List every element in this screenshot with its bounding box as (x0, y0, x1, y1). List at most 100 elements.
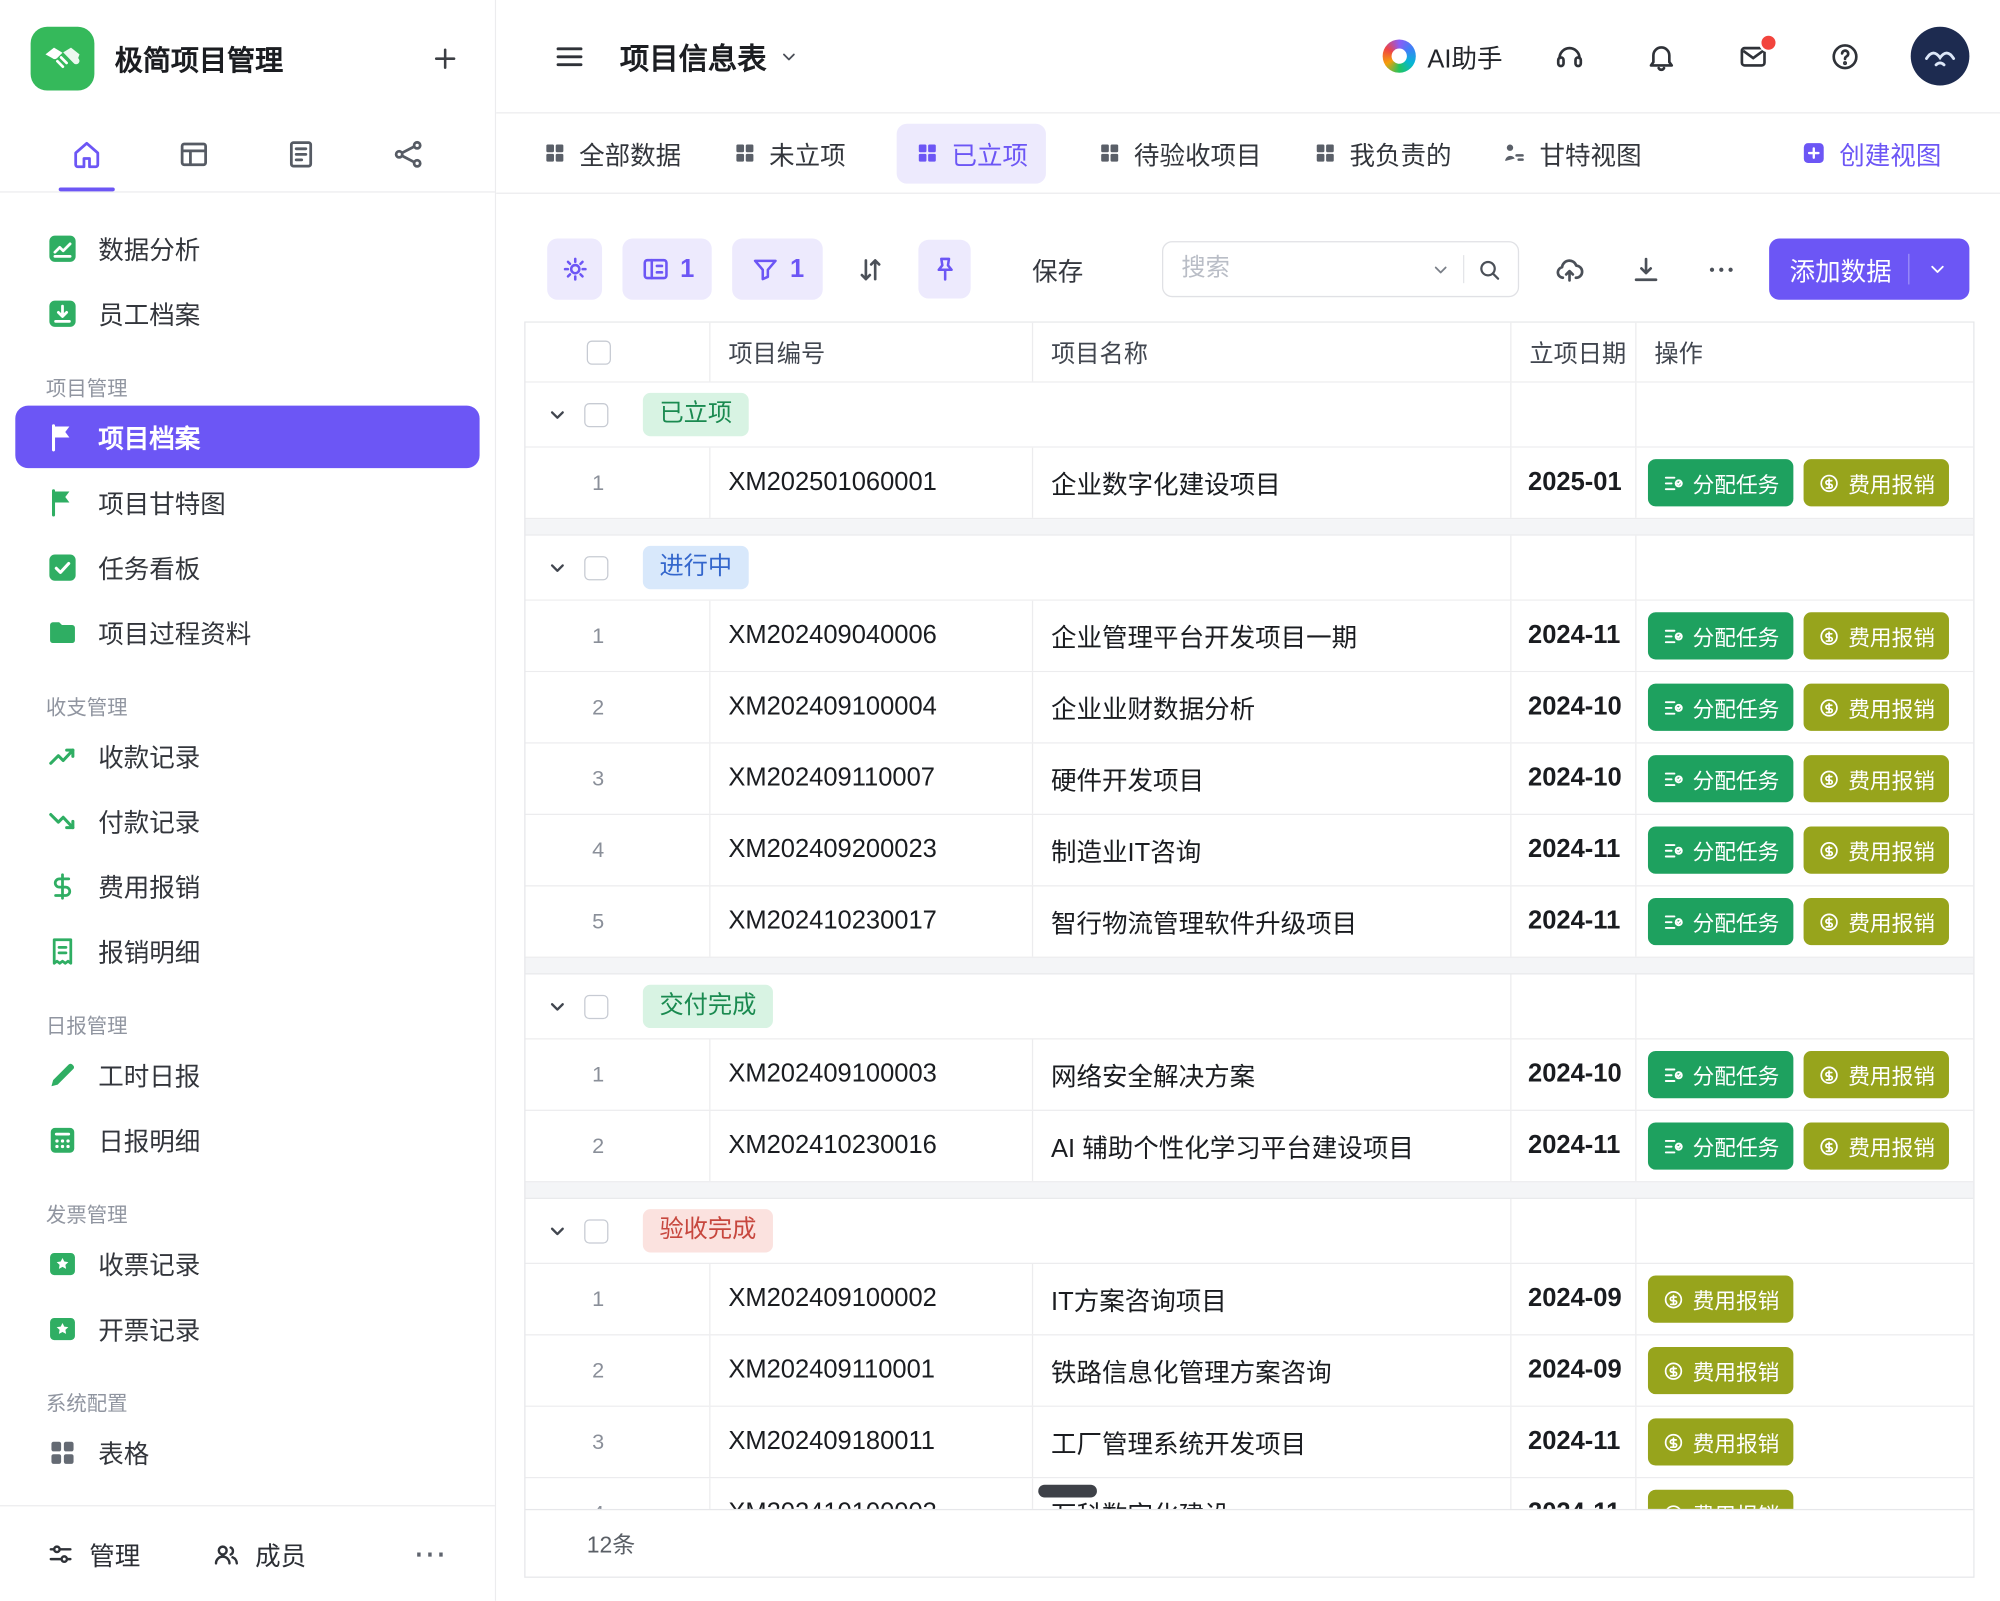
export-button[interactable] (1618, 239, 1673, 300)
view-tab-6[interactable]: 甘特视图 (1503, 135, 1642, 172)
sidebar-item[interactable]: 员工档案 (0, 281, 495, 346)
expense-report-button[interactable]: 费用报销 (1804, 684, 1949, 731)
assign-task-button[interactable]: 分配任务 (1648, 684, 1793, 731)
sidebar-item[interactable]: 数据分析 (0, 216, 495, 281)
search-input[interactable] (1179, 254, 1419, 285)
field-config-button[interactable]: 1 (623, 239, 712, 300)
table-row[interactable]: 2XM202410230016AI 辅助个性化学习平台建设项目2024-11分配… (526, 1111, 1974, 1182)
sidebar-item[interactable]: 项目过程资料 (0, 599, 495, 664)
assign-task-button[interactable]: 分配任务 (1648, 755, 1793, 802)
sidebar-item[interactable]: 开票记录 (0, 1296, 495, 1361)
view-tab-1[interactable]: 全部数据 (542, 135, 681, 172)
table-row[interactable]: 5XM202410230017智行物流管理软件升级项目2024-11分配任务费用… (526, 886, 1974, 957)
sidebar-item[interactable]: 工时日报 (0, 1042, 495, 1107)
table-row[interactable]: 2XM202409110001铁路信息化管理方案咨询2024-09费用报销 (526, 1335, 1974, 1406)
expense-report-button[interactable]: 费用报销 (1804, 827, 1949, 874)
sidebar-item[interactable]: 项目甘特图 (0, 469, 495, 534)
caret-down-icon[interactable] (545, 1218, 571, 1244)
table-row[interactable]: 1XM202409100003网络安全解决方案2024-10分配任务费用报销 (526, 1040, 1974, 1111)
sort-button[interactable] (842, 239, 897, 300)
sidebar-nav-tab-3[interactable] (278, 117, 324, 191)
members-button[interactable]: 成员 (212, 1535, 306, 1572)
view-settings-button[interactable] (547, 239, 602, 300)
sidebar-item[interactable]: 任务看板 (0, 534, 495, 599)
expense-report-button[interactable]: 费用报销 (1804, 755, 1949, 802)
chevron-down-icon[interactable] (1430, 258, 1452, 280)
expense-report-button[interactable]: 费用报销 (1804, 459, 1949, 506)
view-tab-3[interactable]: 已立项 (897, 123, 1046, 183)
table-row[interactable]: 1XM202409040006企业管理平台开发项目一期2024-11分配任务费用… (526, 601, 1974, 672)
sheet-title-dropdown[interactable]: 项目信息表 (620, 34, 800, 77)
table-row[interactable]: 4XM202409200023制造业IT咨询2024-11分配任务费用报销 (526, 815, 1974, 886)
table-row[interactable]: 3XM202409180011工厂管理系统开发项目2024-11费用报销 (526, 1407, 1974, 1478)
sidebar-item[interactable]: 付款记录 (0, 788, 495, 853)
group-select-checkbox[interactable] (584, 402, 608, 426)
assign-task-button[interactable]: 分配任务 (1648, 459, 1793, 506)
chevron-down-icon[interactable] (1926, 258, 1949, 281)
sidebar-item[interactable]: 报销明细 (0, 918, 495, 983)
table-row[interactable]: 1XM202409100002IT方案咨询项目2024-09费用报销 (526, 1264, 1974, 1335)
assign-task-button[interactable]: 分配任务 (1648, 612, 1793, 659)
expense-report-button[interactable]: 费用报销 (1804, 1051, 1949, 1098)
caret-down-icon[interactable] (545, 402, 571, 428)
sidebar-item[interactable]: 流程 (0, 1485, 495, 1505)
expense-report-button[interactable]: 费用报销 (1804, 612, 1949, 659)
assign-task-button[interactable]: 分配任务 (1648, 827, 1793, 874)
sidebar-item[interactable]: 费用报销 (0, 853, 495, 918)
column-header[interactable]: 项目名称 (1033, 323, 1511, 382)
table-row[interactable]: 1XM202501060001企业数字化建设项目2025-01分配任务费用报销 (526, 448, 1974, 519)
expense-report-button[interactable]: 费用报销 (1648, 1490, 1793, 1509)
horizontal-scrollbar[interactable] (1038, 1485, 1097, 1498)
notifications-button[interactable] (1635, 31, 1686, 82)
create-workspace-button[interactable] (426, 40, 464, 78)
view-tab-4[interactable]: 待验收项目 (1097, 135, 1262, 172)
expense-report-button[interactable]: 费用报销 (1804, 1122, 1949, 1169)
table-row[interactable]: 2XM202409100004企业业财数据分析2024-10分配任务费用报销 (526, 672, 1974, 743)
group-select-checkbox[interactable] (584, 555, 608, 579)
add-record-button[interactable]: 添加数据 (1769, 239, 1969, 300)
assign-task-button[interactable]: 分配任务 (1648, 1122, 1793, 1169)
manage-button[interactable]: 管理 (46, 1535, 140, 1572)
group-select-checkbox[interactable] (584, 994, 608, 1018)
select-all-checkbox[interactable] (587, 340, 611, 364)
caret-down-icon[interactable] (545, 555, 571, 581)
toolbar-more-button[interactable] (1694, 239, 1749, 300)
expense-report-button[interactable]: 费用报销 (1804, 898, 1949, 945)
column-header[interactable]: 项目编号 (710, 323, 1033, 382)
column-header[interactable]: 操作 (1636, 323, 1973, 382)
view-tab-5[interactable]: 我负责的 (1312, 135, 1451, 172)
toggle-sidebar-button[interactable] (543, 31, 594, 82)
assign-task-button[interactable]: 分配任务 (1648, 898, 1793, 945)
user-avatar[interactable] (1911, 27, 1970, 86)
sidebar-item[interactable]: 收票记录 (0, 1231, 495, 1296)
filter-button[interactable]: 1 (733, 239, 822, 300)
sidebar-item[interactable]: 收款记录 (0, 723, 495, 788)
sidebar-nav-tab-2[interactable] (171, 117, 217, 191)
help-button[interactable] (1819, 31, 1870, 82)
search-icon[interactable] (1476, 256, 1503, 283)
view-tab-7[interactable]: 创建视图 (1800, 135, 1942, 172)
inbox-button[interactable] (1727, 31, 1778, 82)
table-row[interactable]: 3XM202409110007硬件开发项目2024-10分配任务费用报销 (526, 744, 1974, 815)
sidebar-item[interactable]: 日报明细 (0, 1107, 495, 1172)
sidebar-nav-tab-1[interactable] (64, 117, 110, 191)
view-tab-2[interactable]: 未立项 (732, 135, 846, 172)
sidebar-nav-tab-4[interactable] (385, 117, 431, 191)
expense-report-button[interactable]: 费用报销 (1648, 1276, 1793, 1323)
expense-report-button[interactable]: 费用报销 (1648, 1418, 1793, 1465)
save-view-button[interactable]: 保存 (1025, 249, 1091, 289)
ai-assistant-button[interactable]: AI助手 (1383, 38, 1503, 75)
import-button[interactable] (1542, 239, 1597, 300)
table-row[interactable]: 4XM202410100003万科数字化建设2024-11费用报销 (526, 1478, 1974, 1509)
sidebar-item[interactable]: 项目档案 (15, 406, 479, 469)
column-header[interactable]: 立项日期 (1511, 323, 1636, 382)
assign-task-button[interactable]: 分配任务 (1648, 1051, 1793, 1098)
pin-button[interactable] (918, 240, 971, 299)
sidebar-more-button[interactable]: ⋯ (413, 1534, 449, 1574)
sidebar-item[interactable]: 表格 (0, 1420, 495, 1485)
search-box[interactable] (1162, 241, 1519, 297)
support-button[interactable] (1543, 31, 1594, 82)
expense-report-button[interactable]: 费用报销 (1648, 1347, 1793, 1394)
group-select-checkbox[interactable] (584, 1219, 608, 1243)
caret-down-icon[interactable] (545, 994, 571, 1020)
